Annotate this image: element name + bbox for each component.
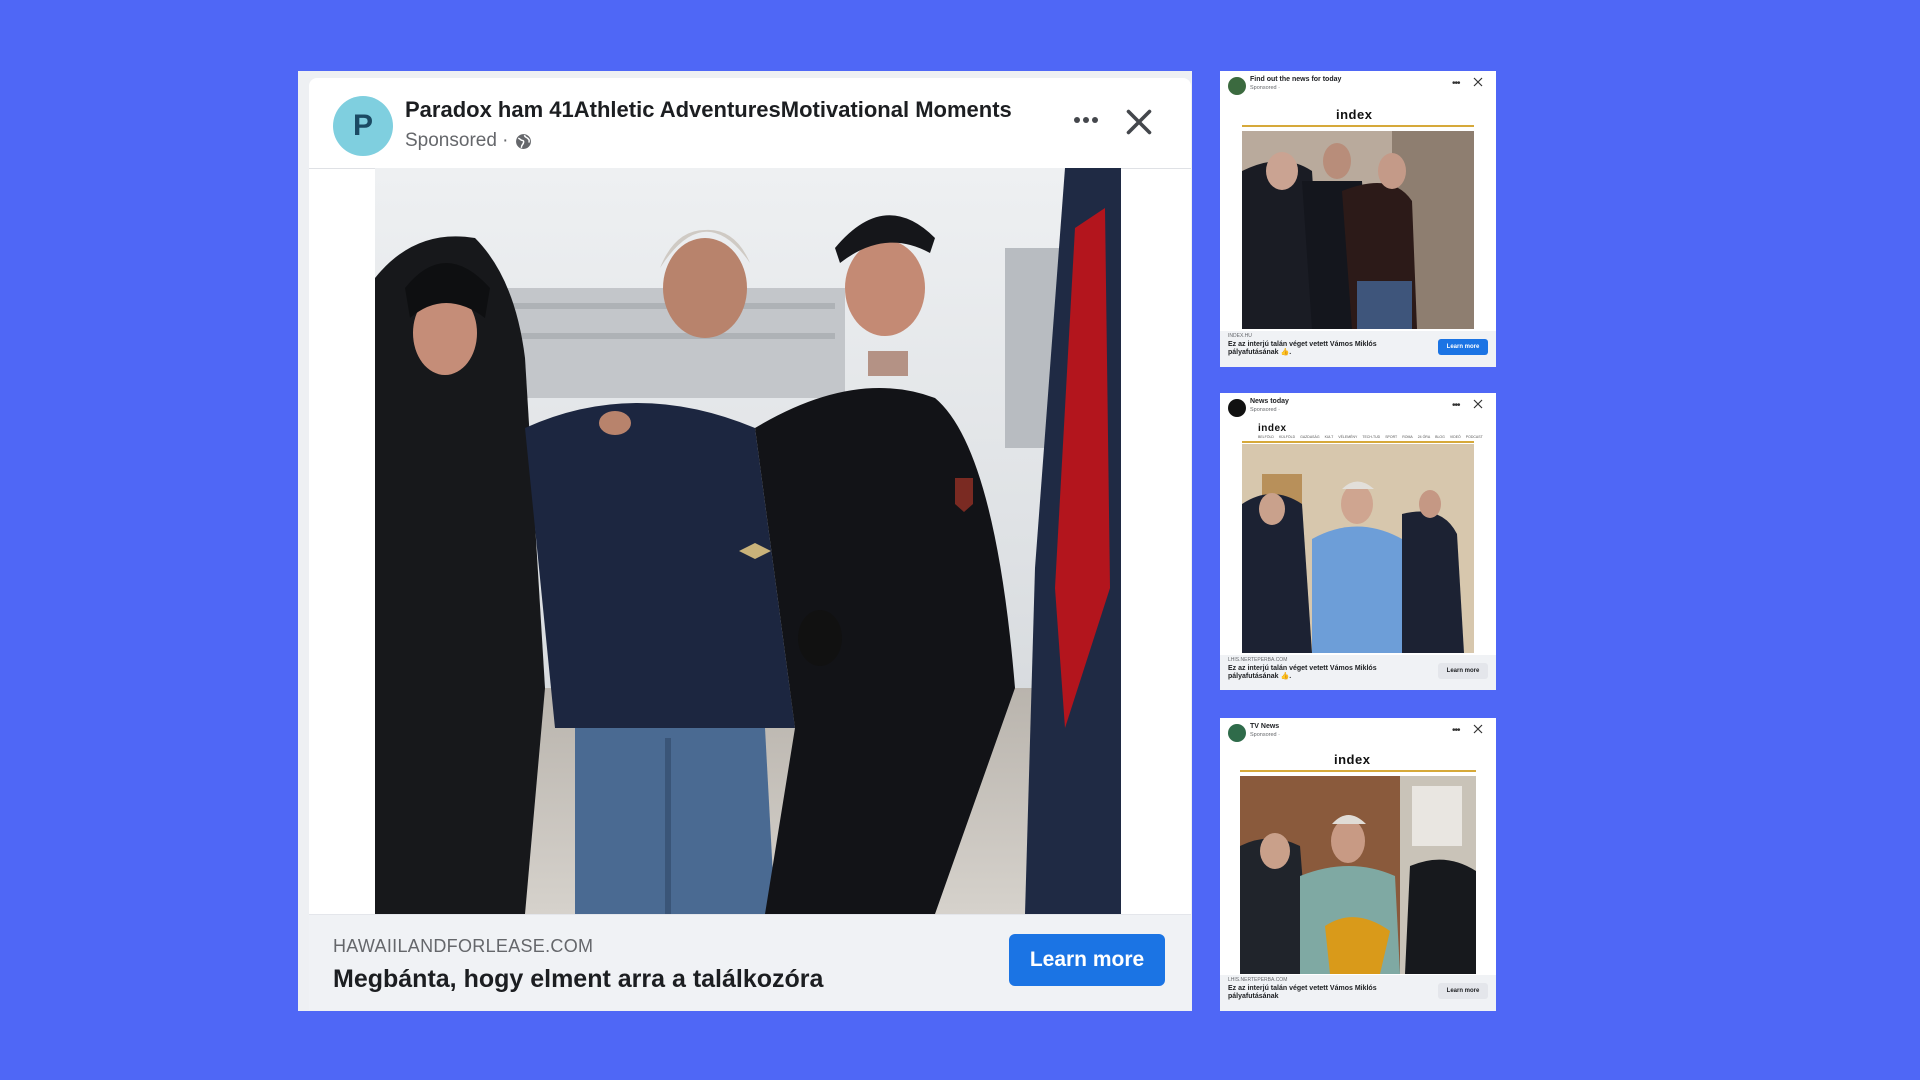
- menu-item: VIDEÓ: [1449, 435, 1461, 439]
- header-rule: [1242, 441, 1474, 443]
- link-domain[interactable]: LHIS.NERTEPERBA.COM: [1228, 657, 1287, 663]
- ad-footer: INDEX.HU Ez az interjú talán véget vetet…: [1220, 331, 1496, 367]
- ad-header: P Paradox ham 41Athletic AdventuresMotiv…: [309, 78, 1191, 169]
- header-rule: [1240, 770, 1476, 772]
- learn-more-button[interactable]: Learn more: [1009, 934, 1165, 986]
- page-avatar[interactable]: P: [333, 96, 393, 156]
- header-rule: [1242, 125, 1474, 127]
- menu-item: VÉLEMÉNY: [1338, 435, 1358, 439]
- menu-item: PODCAST: [1465, 435, 1483, 439]
- sponsored-label: Sponsored ·: [1250, 85, 1280, 91]
- sponsored-label: Sponsored ·: [1250, 407, 1280, 413]
- small-ad-2: News today Sponsored · ••• index BELFÖLD…: [1220, 393, 1496, 690]
- menu-item: KÜLFÖLD: [1278, 435, 1296, 439]
- ad-footer: LHIS.NERTEPERBA.COM Ez az interjú talán …: [1220, 655, 1496, 690]
- ad-footer: HAWAIILANDFORLEASE.COM Megbánta, hogy el…: [309, 914, 1191, 1010]
- link-domain[interactable]: LHIS.NERTEPERBA.COM: [1228, 977, 1287, 983]
- menu-item: 24 ÓRA: [1417, 435, 1431, 439]
- menu-item: KULT: [1324, 435, 1334, 439]
- page-avatar[interactable]: [1228, 399, 1246, 417]
- ad-footer: LHIS.NERTEPERBA.COM Ez az interjú talán …: [1220, 975, 1496, 1011]
- ad-headline[interactable]: Ez az interjú talán véget vetett Vámos M…: [1228, 665, 1418, 681]
- more-horizontal-icon[interactable]: •••: [1452, 400, 1460, 411]
- page-name[interactable]: TV News: [1250, 723, 1279, 730]
- main-ad-card: P Paradox ham 41Athletic AdventuresMotiv…: [309, 78, 1191, 1010]
- more-horizontal-icon: [1074, 117, 1080, 123]
- ad-headline[interactable]: Megbánta, hogy elment arra a találkozóra: [333, 965, 823, 994]
- site-menu: BELFÖLD KÜLFÖLD GAZDASÁG KULT VÉLEMÉNY T…: [1258, 435, 1483, 439]
- index-logo: index: [1336, 107, 1373, 122]
- sponsored-label: Sponsored ·: [405, 130, 509, 151]
- ad-headline[interactable]: Ez az interjú talán véget vetett Vámos M…: [1228, 985, 1418, 1001]
- page-name[interactable]: Find out the news for today: [1250, 76, 1341, 83]
- globe-icon: [515, 133, 531, 149]
- ad-headline[interactable]: Ez az interjú talán véget vetett Vámos M…: [1228, 341, 1418, 357]
- ad-image[interactable]: [1240, 776, 1476, 974]
- more-options-button[interactable]: [1070, 104, 1102, 136]
- learn-more-button[interactable]: Learn more: [1438, 339, 1488, 355]
- page-name[interactable]: News today: [1250, 398, 1289, 405]
- small-ad-1: Find out the news for today Sponsored · …: [1220, 71, 1496, 367]
- index-logo: index: [1334, 752, 1371, 767]
- link-domain[interactable]: INDEX.HU: [1228, 333, 1252, 339]
- ad-image[interactable]: [1242, 131, 1474, 329]
- more-horizontal-icon[interactable]: •••: [1452, 78, 1460, 89]
- sponsored-label: Sponsored ·: [1250, 732, 1280, 738]
- close-icon[interactable]: [1473, 724, 1483, 734]
- index-logo: index: [1258, 423, 1287, 434]
- close-icon[interactable]: [1473, 77, 1483, 87]
- close-icon[interactable]: [1121, 104, 1157, 140]
- menu-item: BLOG: [1435, 435, 1445, 439]
- learn-more-button[interactable]: Learn more: [1438, 663, 1488, 679]
- more-horizontal-icon[interactable]: •••: [1452, 725, 1460, 736]
- page-avatar[interactable]: [1228, 724, 1246, 742]
- menu-item: TECH-TUD: [1362, 435, 1381, 439]
- ad-image[interactable]: [1242, 444, 1474, 653]
- link-domain[interactable]: HAWAIILANDFORLEASE.COM: [333, 936, 593, 957]
- menu-item: BELFÖLD: [1258, 435, 1274, 439]
- learn-more-button[interactable]: Learn more: [1438, 983, 1488, 999]
- small-ad-3: TV News Sponsored · ••• index LHIS.NERTE…: [1220, 718, 1496, 1011]
- page-avatar[interactable]: [1228, 77, 1246, 95]
- sponsored-line: Sponsored ·: [405, 130, 532, 152]
- page-name[interactable]: Paradox ham 41Athletic AdventuresMotivat…: [405, 97, 1012, 123]
- ad-image[interactable]: [375, 168, 1121, 914]
- close-icon[interactable]: [1473, 399, 1483, 409]
- menu-item: GAZDASÁG: [1300, 435, 1320, 439]
- menu-item: SPORT: [1385, 435, 1398, 439]
- menu-item: ROMA: [1402, 435, 1413, 439]
